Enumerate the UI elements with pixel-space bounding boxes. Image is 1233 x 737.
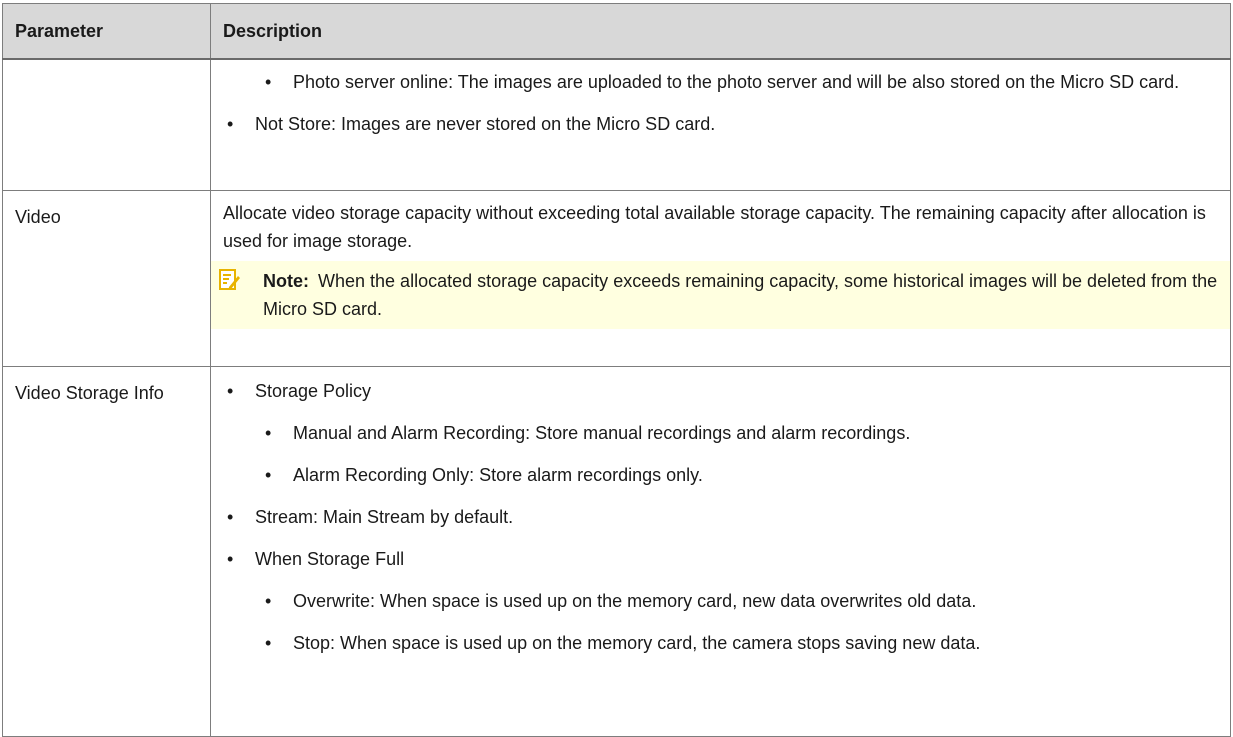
table-header-row: Parameter Description [2, 3, 1231, 60]
list-item-text: Storage Policy [255, 380, 372, 401]
list-item: • Photo server online: The images are up… [223, 68, 1230, 96]
bullet: • [227, 114, 234, 134]
list-item: • Stream: Main Stream by default. [223, 503, 1230, 531]
note-box: Note: When the allocated storage capacit… [211, 260, 1230, 329]
list-item: • Alarm Recording Only: Store alarm reco… [223, 461, 1230, 489]
list-item-text: Not Store: Images are never stored on th… [255, 114, 716, 134]
bullet: • [227, 506, 234, 527]
desc-cell: Allocate video storage capacity without … [210, 189, 1231, 367]
note-pencil-icon [219, 268, 240, 290]
header-parameter: Parameter [2, 3, 211, 60]
list-item-text: Overwrite: When space is used up on the … [293, 590, 977, 611]
bullet: • [265, 590, 272, 611]
list-item: • Manual and Alarm Recording: Store manu… [223, 419, 1230, 447]
list-item: • Overwrite: When space is used up on th… [223, 587, 1230, 615]
bullet: • [265, 632, 272, 653]
bullet: • [265, 422, 272, 443]
table-row: • Photo server online: The images are up… [2, 59, 1231, 191]
bullet: • [227, 380, 234, 401]
desc-cell: • Storage Policy • Manual and Alarm Reco… [210, 365, 1231, 737]
list-item: • Stop: When space is used up on the mem… [223, 629, 1230, 657]
paragraph: Allocate video storage capacity without … [223, 202, 1206, 251]
table-row: Video Storage Info • Storage Policy • Ma… [2, 365, 1231, 737]
list-item: • When Storage Full [223, 545, 1230, 573]
list-item-text: When Storage Full [255, 548, 405, 569]
note-text: When the allocated storage capacity exce… [263, 270, 1218, 319]
table-row: Video Allocate video storage capacity wi… [2, 189, 1231, 367]
desc-cell: • Photo server online: The images are up… [210, 59, 1231, 191]
list-item-text: Photo server online: The images are uplo… [293, 72, 1180, 92]
bullet: • [227, 548, 234, 569]
bullet: • [265, 464, 272, 485]
list-item: • Storage Policy [223, 377, 1230, 405]
note-label: Note: [263, 270, 309, 291]
param-cell: Video [2, 189, 211, 367]
list-item-text: Stop: When space is used up on the memor… [293, 632, 981, 653]
bullet: • [265, 72, 272, 92]
parameter-table: Parameter Description • Photo server onl… [2, 3, 1231, 737]
param-cell: Video Storage Info [2, 365, 211, 737]
header-description: Description [210, 3, 1231, 60]
list-item-text: Alarm Recording Only: Store alarm record… [293, 464, 703, 485]
list-item-text: Stream: Main Stream by default. [255, 506, 514, 527]
list-item: • Not Store: Images are never stored on … [223, 110, 1230, 138]
param-cell [2, 59, 211, 191]
list-item-text: Manual and Alarm Recording: Store manual… [293, 422, 911, 443]
